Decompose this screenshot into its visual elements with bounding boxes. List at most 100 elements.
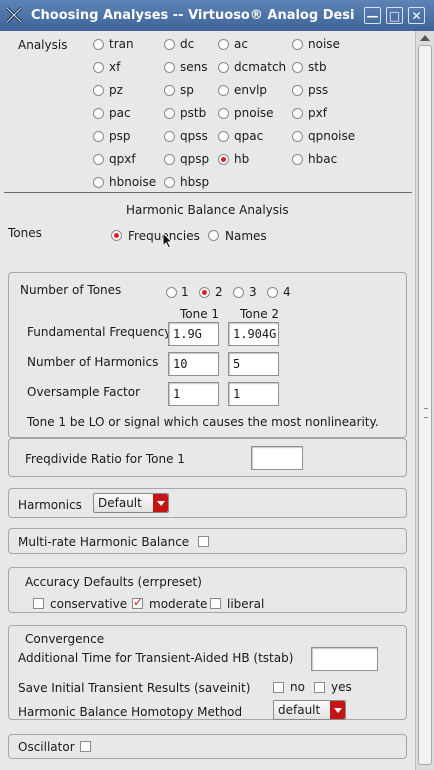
saveinit-no-label[interactable]: no xyxy=(290,680,305,694)
analysis-ac-label[interactable]: ac xyxy=(234,37,248,51)
num-tones-2-label[interactable]: 2 xyxy=(215,285,223,299)
analysis-tran-radio[interactable] xyxy=(93,39,104,50)
scrollbar-thumb[interactable] xyxy=(418,45,432,765)
analysis-pstb-label[interactable]: pstb xyxy=(180,106,206,120)
analysis-qpac-radio[interactable] xyxy=(218,131,229,142)
accuracy-moderate-checkbox[interactable] xyxy=(132,595,143,609)
separator xyxy=(4,192,412,193)
fund-freq-tone2-field[interactable]: 1.904G xyxy=(228,322,279,346)
num-tones-4-radio[interactable] xyxy=(267,287,278,298)
analysis-hbnoise-radio[interactable] xyxy=(93,177,104,188)
analysis-stb-label[interactable]: stb xyxy=(308,60,327,74)
analysis-noise-label[interactable]: noise xyxy=(308,37,340,51)
freqdivide-field[interactable] xyxy=(251,446,303,470)
vertical-scrollbar[interactable] xyxy=(415,31,434,770)
num-harmonics-tone1-field[interactable]: 10 xyxy=(168,352,219,376)
analysis-tran-label[interactable]: tran xyxy=(109,37,134,51)
analysis-qpac-label[interactable]: qpac xyxy=(234,129,263,143)
accuracy-moderate-label[interactable]: moderate xyxy=(149,597,207,611)
minimize-button[interactable]: — xyxy=(364,7,381,24)
num-tones-2-radio[interactable] xyxy=(199,287,210,298)
analysis-noise-radio[interactable] xyxy=(292,39,303,50)
oversample-tone1-field[interactable]: 1 xyxy=(168,382,219,406)
analysis-dc-radio[interactable] xyxy=(164,39,175,50)
analysis-hbsp-label[interactable]: hbsp xyxy=(180,175,209,189)
analysis-dcmatch-radio[interactable] xyxy=(218,62,229,73)
num-tones-1-radio[interactable] xyxy=(166,287,177,298)
analysis-hbac-radio[interactable] xyxy=(292,154,303,165)
analysis-dcmatch-label[interactable]: dcmatch xyxy=(234,60,286,74)
fund-freq-tone1-field[interactable]: 1.9G xyxy=(168,322,219,346)
accuracy-liberal-label[interactable]: liberal xyxy=(227,597,264,611)
num-tones-3-radio[interactable] xyxy=(233,287,244,298)
analysis-pxf-label[interactable]: pxf xyxy=(308,106,327,120)
analysis-stb-radio[interactable] xyxy=(292,62,303,73)
analysis-sens-label[interactable]: sens xyxy=(180,60,208,74)
analysis-envlp-radio[interactable] xyxy=(218,85,229,96)
analysis-xf-radio[interactable] xyxy=(93,62,104,73)
analysis-sp-radio[interactable] xyxy=(164,85,175,96)
tones-frequencies-radio[interactable] xyxy=(111,230,122,241)
close-button[interactable]: ✕ xyxy=(408,7,425,24)
analysis-sens-radio[interactable] xyxy=(164,62,175,73)
app-icon xyxy=(5,6,23,24)
harmonics-label: Harmonics xyxy=(18,498,82,512)
analysis-pxf-radio[interactable] xyxy=(292,108,303,119)
analysis-pac-label[interactable]: pac xyxy=(109,106,131,120)
harmonics-value: Default xyxy=(98,496,142,510)
hb-heading: Harmonic Balance Analysis xyxy=(126,203,289,217)
multirate-checkbox[interactable] xyxy=(198,536,209,547)
analysis-pss-label[interactable]: pss xyxy=(308,83,328,97)
analysis-xf-label[interactable]: xf xyxy=(109,60,120,74)
analysis-qpnoise-radio[interactable] xyxy=(292,131,303,142)
num-tones-4-label[interactable]: 4 xyxy=(283,285,291,299)
maximize-button[interactable]: □ xyxy=(386,7,403,24)
tstab-field[interactable] xyxy=(311,647,378,671)
analysis-sp-label[interactable]: sp xyxy=(180,83,194,97)
saveinit-yes-checkbox[interactable] xyxy=(314,682,325,693)
analysis-qpsp-radio[interactable] xyxy=(164,154,175,165)
analysis-hbnoise-label[interactable]: hbnoise xyxy=(109,175,156,189)
oversample-label: Oversample Factor xyxy=(27,385,141,399)
analysis-pz-label[interactable]: pz xyxy=(109,83,123,97)
saveinit-no-checkbox[interactable] xyxy=(273,682,284,693)
accuracy-conservative-checkbox[interactable] xyxy=(33,598,44,609)
num-tones-1-label[interactable]: 1 xyxy=(181,285,189,299)
tones-names-label[interactable]: Names xyxy=(225,229,267,243)
title-bar[interactable]: Choosing Analyses -- Virtuoso® Analog De… xyxy=(0,0,434,31)
analysis-ac-radio[interactable] xyxy=(218,39,229,50)
num-harmonics-tone2-field[interactable]: 5 xyxy=(228,352,279,376)
analysis-psp-label[interactable]: psp xyxy=(109,129,131,143)
analysis-pnoise-radio[interactable] xyxy=(218,108,229,119)
analysis-hb-radio[interactable] xyxy=(218,154,229,165)
accuracy-conservative-label[interactable]: conservative xyxy=(50,597,127,611)
oversample-tone2-field[interactable]: 1 xyxy=(228,382,279,406)
oscillator-checkbox[interactable] xyxy=(80,741,91,752)
tones-names-radio[interactable] xyxy=(208,230,219,241)
analysis-hbac-label[interactable]: hbac xyxy=(308,152,337,166)
analysis-psp-radio[interactable] xyxy=(93,131,104,142)
scroll-up-icon[interactable] xyxy=(420,35,430,41)
tones-label: Tones xyxy=(8,226,42,240)
num-tones-3-label[interactable]: 3 xyxy=(249,285,257,299)
analysis-envlp-label[interactable]: envlp xyxy=(234,83,267,97)
analysis-hbsp-radio[interactable] xyxy=(164,177,175,188)
harmonics-select[interactable]: Default xyxy=(93,493,169,513)
analysis-pnoise-label[interactable]: pnoise xyxy=(234,106,274,120)
analysis-qpnoise-label[interactable]: qpnoise xyxy=(308,129,355,143)
analysis-hb-label[interactable]: hb xyxy=(234,152,249,166)
saveinit-yes-label[interactable]: yes xyxy=(331,680,352,694)
accuracy-liberal-checkbox[interactable] xyxy=(210,598,221,609)
analysis-pac-radio[interactable] xyxy=(93,108,104,119)
freqdivide-label: Freqdivide Ratio for Tone 1 xyxy=(25,452,185,466)
analysis-qpss-label[interactable]: qpss xyxy=(180,129,208,143)
analysis-qpxf-radio[interactable] xyxy=(93,154,104,165)
analysis-pss-radio[interactable] xyxy=(292,85,303,96)
homotopy-select[interactable]: default xyxy=(273,700,346,720)
analysis-dc-label[interactable]: dc xyxy=(180,37,194,51)
analysis-qpss-radio[interactable] xyxy=(164,131,175,142)
analysis-pz-radio[interactable] xyxy=(93,85,104,96)
analysis-pstb-radio[interactable] xyxy=(164,108,175,119)
analysis-qpsp-label[interactable]: qpsp xyxy=(180,152,209,166)
analysis-qpxf-label[interactable]: qpxf xyxy=(109,152,136,166)
